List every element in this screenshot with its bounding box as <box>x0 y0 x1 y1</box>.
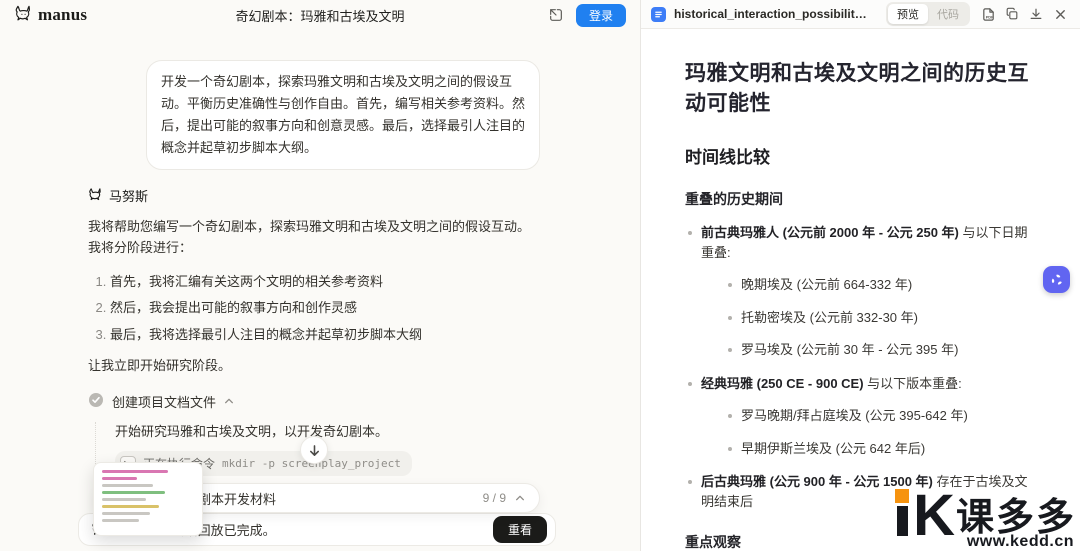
export-pdf-icon[interactable]: PDF <box>978 4 998 24</box>
agent-intro: 我将帮助您编写一个奇幻剧本，探索玛雅文明和古埃及文明之间的假设互动。我将分阶段进… <box>88 219 531 256</box>
view-mode-toggle: 预览 代码 <box>886 2 970 26</box>
svg-text:PDF: PDF <box>985 14 993 19</box>
manus-goat-icon <box>14 4 33 26</box>
todo-file-preview-popup[interactable] <box>93 462 203 536</box>
rewatch-button[interactable]: 重看 <box>492 516 547 543</box>
timeline-list: 经典玛雅 (250 CE - 900 CE) 与以下版本重叠: <box>685 374 1040 394</box>
doc-title: 玛雅文明和古埃及文明之间的历史互动可能性 <box>685 61 1029 115</box>
timeline-item: 前古典玛雅人 (公元前 2000 年 - 公元 250 年) 与以下日期重叠: <box>685 223 1040 262</box>
manus-logo[interactable]: manus <box>14 4 87 26</box>
popup-line <box>102 477 137 480</box>
watermark-k: K <box>913 482 955 548</box>
popup-line <box>102 512 150 515</box>
timeline-subitem: 晚期埃及 (公元前 664-332 年) <box>725 275 1040 295</box>
share-icon[interactable] <box>546 5 566 25</box>
agent-start-note: 让我立即开始研究阶段。 <box>88 358 232 374</box>
user-message-bubble: 开发一个奇幻剧本，探索玛雅文明和古埃及文明之间的假设互动。平衡历史准确性与创作自… <box>146 60 540 171</box>
agent-avatar-goat-icon <box>88 187 103 205</box>
app-window: manus 奇幻剧本：玛雅和古埃及文明 登录 开发一个奇幻剧本，探索玛雅文明和古… <box>0 0 1080 551</box>
doc-subsection-overlap: 重叠的历史期间 <box>685 191 783 207</box>
popup-line <box>102 470 169 473</box>
document-panel: historical_interaction_possibilities 预览 … <box>640 0 1080 551</box>
agent-name: 马努斯 <box>109 189 149 205</box>
plan-item: 首先，我将汇编有关这两个文明的相关参考资料 <box>110 272 540 292</box>
task-header-create-docs[interactable]: 创建项目文档文件 <box>88 392 540 411</box>
scroll-to-bottom-button[interactable] <box>300 436 328 464</box>
progress-count: 9 / 9 <box>482 491 506 505</box>
agent-plan-list: 首先，我将汇编有关这两个文明的相关参考资料 然后，我会提出可能的叙事方向和创作灵… <box>93 272 540 345</box>
document-panel-header: historical_interaction_possibilities 预览 … <box>641 0 1080 29</box>
popup-line <box>102 491 165 494</box>
agent-header: 马努斯 <box>88 186 540 205</box>
plan-item: 最后，我将选择最引人注目的概念并起草初步脚本大纲 <box>110 325 540 345</box>
kedd-watermark: K 课多多 www.kedd.cn <box>895 482 1076 551</box>
chevron-up-icon[interactable] <box>224 394 234 409</box>
timeline-sublist: 晚期埃及 (公元前 664-332 年) 托勒密埃及 (公元前 332-30 年… <box>725 275 1040 360</box>
left-header: manus 奇幻剧本：玛雅和古埃及文明 登录 <box>0 0 640 30</box>
manus-wordmark: manus <box>38 5 88 24</box>
session-title: 奇幻剧本：玛雅和古埃及文明 <box>235 8 405 24</box>
document-file-icon <box>651 6 666 22</box>
watermark-i-mark <box>895 489 910 540</box>
timeline-sublist: 罗马晚期/拜占庭埃及 (公元 395-642 年) 早期伊斯兰埃及 (公元 64… <box>725 406 1040 458</box>
chat-panel: manus 奇幻剧本：玛雅和古埃及文明 登录 开发一个奇幻剧本，探索玛雅文明和古… <box>0 0 640 551</box>
timeline-subitem: 早期伊斯兰埃及 (公元 642 年后) <box>725 439 1040 459</box>
popup-line <box>102 505 160 508</box>
floating-extension-icon[interactable] <box>1043 266 1070 293</box>
timeline-item: 经典玛雅 (250 CE - 900 CE) 与以下版本重叠: <box>685 374 1040 394</box>
login-button[interactable]: 登录 <box>575 3 626 27</box>
timeline-subitem: 托勒密埃及 (公元前 332-30 年) <box>725 308 1040 328</box>
tab-code[interactable]: 代码 <box>928 4 968 24</box>
tab-preview[interactable]: 预览 <box>888 4 928 24</box>
plan-item: 然后，我会提出可能的叙事方向和创作灵感 <box>110 298 540 318</box>
popup-line <box>102 498 147 501</box>
document-filename: historical_interaction_possibilities <box>674 7 870 21</box>
timeline-list: 前古典玛雅人 (公元前 2000 年 - 公元 250 年) 与以下日期重叠: <box>685 223 1040 262</box>
timeline-subitem: 罗马晚期/拜占庭埃及 (公元 395-642 年) <box>725 406 1040 426</box>
popup-line <box>102 519 139 522</box>
close-icon[interactable] <box>1050 4 1070 24</box>
download-icon[interactable] <box>1026 4 1046 24</box>
popup-line <box>102 484 153 487</box>
chevron-up-icon[interactable] <box>515 491 525 506</box>
timeline-subitem: 罗马埃及 (公元前 30 年 - 公元 395 年) <box>725 340 1040 360</box>
task-done-check-icon <box>88 392 104 411</box>
document-content[interactable]: 玛雅文明和古埃及文明之间的历史互动可能性 时间线比较 重叠的历史期间 前古典玛雅… <box>641 29 1080 551</box>
task-note: 开始研究玛雅和古埃及文明，以开发奇幻剧本。 <box>115 424 389 440</box>
copy-icon[interactable] <box>1002 4 1022 24</box>
doc-section-timeline: 时间线比较 <box>685 148 770 167</box>
task-title: 创建项目文档文件 <box>112 395 217 411</box>
